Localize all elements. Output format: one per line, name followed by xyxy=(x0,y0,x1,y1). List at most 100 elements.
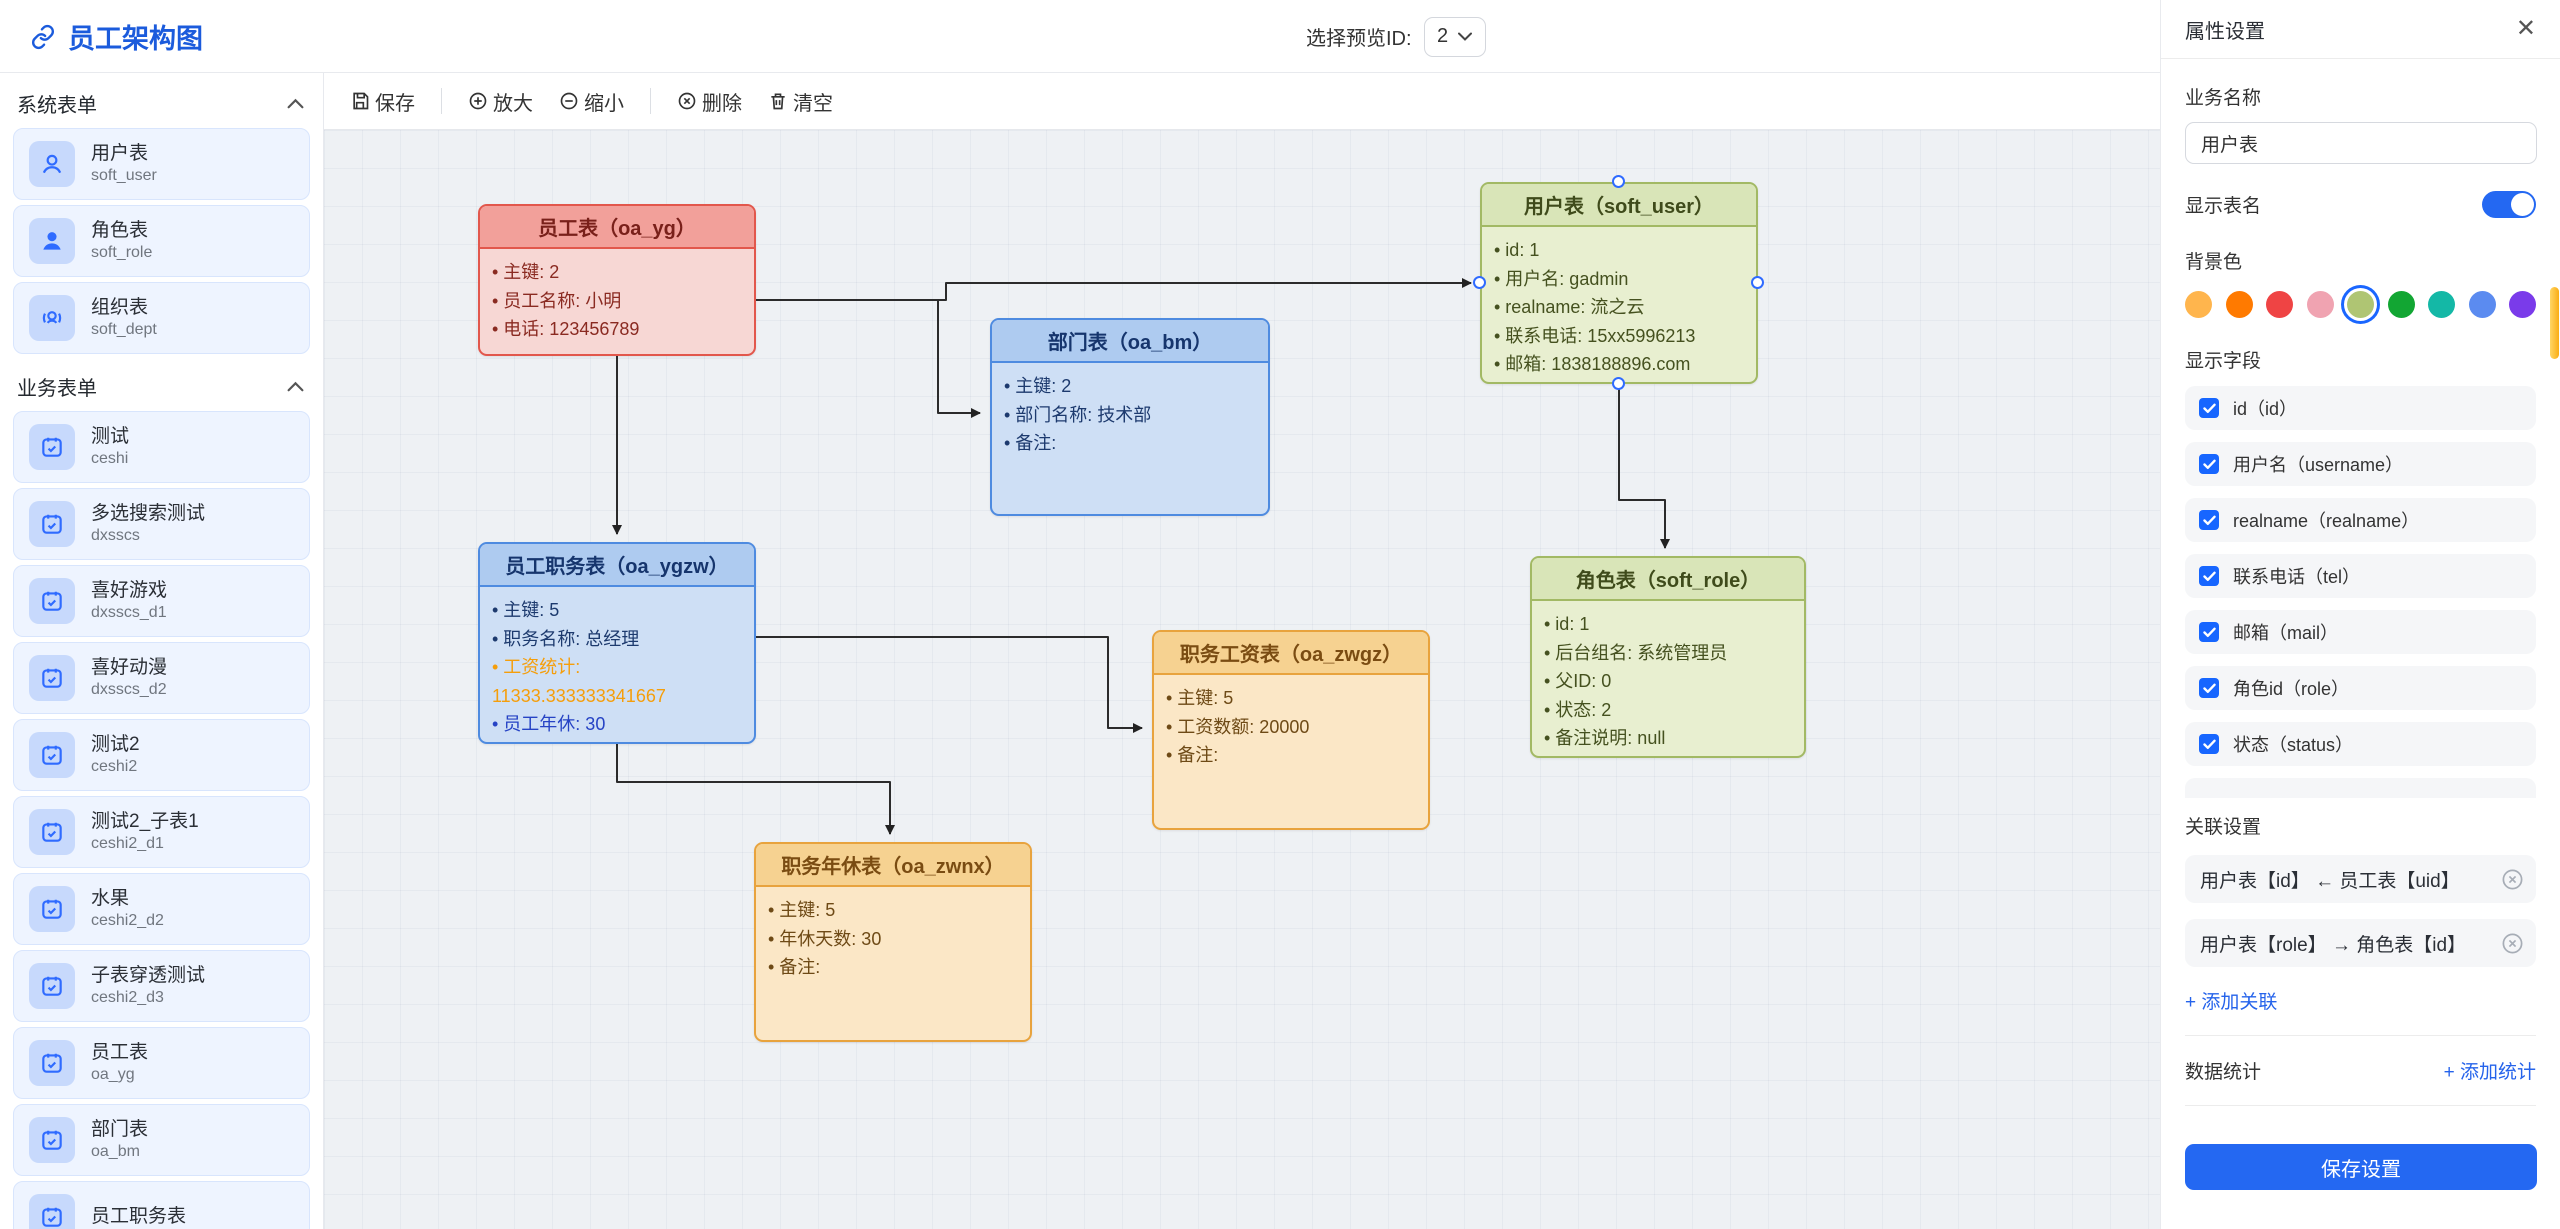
chevron-up-icon[interactable] xyxy=(287,381,304,392)
sidebar-section-header[interactable]: 系统表单 xyxy=(13,83,310,128)
diagram-canvas[interactable]: 员工表（oa_yg）• 主键: 2• 员工名称: 小明• 电话: 1234567… xyxy=(324,130,2160,1229)
sidebar-table-card[interactable]: 测试2ceshi2 xyxy=(13,719,310,791)
bg-color-swatch-2[interactable] xyxy=(2266,291,2293,318)
delete-icon xyxy=(677,91,697,111)
node-fields: • id: 1• 后台组名: 系统管理员• 父ID: 0• 状态: 2• 备注说… xyxy=(1532,601,1804,758)
edge-oa_yg-to-oa_bm[interactable] xyxy=(756,300,980,413)
sidebar-table-card[interactable]: 员工职务表 xyxy=(13,1181,310,1229)
sidebar-section-header[interactable]: 业务表单 xyxy=(13,366,310,411)
sidebar-table-card[interactable]: 组织表soft_dept xyxy=(13,282,310,354)
delete-button[interactable]: 删除 xyxy=(677,87,742,116)
bg-color-swatch-1[interactable] xyxy=(2226,291,2253,318)
zoom-in-button[interactable]: 放大 xyxy=(468,87,533,116)
diagram-node-soft_role[interactable]: 角色表（soft_role）• id: 1• 后台组名: 系统管理员• 父ID:… xyxy=(1530,556,1806,758)
diagram-node-oa_yg[interactable]: 员工表（oa_yg）• 主键: 2• 员工名称: 小明• 电话: 1234567… xyxy=(478,204,756,356)
clear-button[interactable]: 清空 xyxy=(768,87,833,116)
save-button[interactable]: 保存 xyxy=(350,87,415,116)
bg-color-swatch-4[interactable] xyxy=(2347,291,2374,318)
business-name-input[interactable] xyxy=(2185,122,2537,164)
show-table-name-toggle[interactable] xyxy=(2482,191,2536,218)
diagram-node-oa_zwnx[interactable]: 职务年休表（oa_zwnx）• 主键: 5• 年休天数: 30• 备注: xyxy=(754,842,1032,1042)
sidebar-table-card[interactable]: 喜好游戏dxsscs_d1 xyxy=(13,565,310,637)
diagram-node-oa_ygzw[interactable]: 员工职务表（oa_ygzw）• 主键: 5• 职务名称: 总经理• 工资统计:1… xyxy=(478,542,756,744)
table-card-name: 用户表 xyxy=(91,142,157,166)
connection-handle-right[interactable] xyxy=(1751,276,1764,289)
sidebar-table-card[interactable]: 喜好动漫dxsscs_d2 xyxy=(13,642,310,714)
connection-handle-top[interactable] xyxy=(1612,175,1625,188)
sidebar-table-card[interactable]: 角色表soft_role xyxy=(13,205,310,277)
field-checkbox[interactable] xyxy=(2199,622,2219,642)
panel-title: 属性设置 xyxy=(2185,15,2265,44)
node-field: • id: 1 xyxy=(1544,610,1792,639)
table-card-name: 测试2_子表1 xyxy=(91,810,199,834)
save-icon xyxy=(350,91,370,111)
table-card-code: ceshi2_d3 xyxy=(91,988,205,1008)
node-field: • 部门名称: 技术部 xyxy=(1004,401,1256,430)
field-row-clipped[interactable] xyxy=(2185,778,2536,798)
form-icon xyxy=(29,1117,75,1163)
table-card-code: dxsscs xyxy=(91,526,205,546)
node-field: • 主键: 5 xyxy=(492,596,742,625)
bg-color-swatch-8[interactable] xyxy=(2509,291,2536,318)
bg-color-swatch-6[interactable] xyxy=(2428,291,2455,318)
edge-oa_ygzw-to-oa_zwgz[interactable] xyxy=(756,637,1142,728)
field-checkbox[interactable] xyxy=(2199,398,2219,418)
field-label: 用户名（username） xyxy=(2233,451,2403,477)
node-field: • 主键: 5 xyxy=(768,896,1018,925)
add-relation-link[interactable]: + 添加关联 xyxy=(2185,987,2277,1014)
field-checkbox[interactable] xyxy=(2199,454,2219,474)
node-field: • 员工名称: 小明 xyxy=(492,287,742,316)
sidebar-table-card[interactable]: 测试2_子表1ceshi2_d1 xyxy=(13,796,310,868)
field-checkbox[interactable] xyxy=(2199,566,2219,586)
connection-handle-bottom[interactable] xyxy=(1612,377,1625,390)
node-field: • 用户名: gadmin xyxy=(1494,265,1744,294)
close-icon[interactable]: ✕ xyxy=(2516,17,2536,41)
node-field: 11333.333333341667 xyxy=(492,682,742,711)
sidebar-table-card[interactable]: 员工表oa_yg xyxy=(13,1027,310,1099)
bg-color-swatch-5[interactable] xyxy=(2388,291,2415,318)
field-checkbox[interactable] xyxy=(2199,510,2219,530)
edge-soft_user-to-soft_role[interactable] xyxy=(1619,384,1665,548)
sidebar-table-card[interactable]: 测试ceshi xyxy=(13,411,310,483)
field-checkbox[interactable] xyxy=(2199,734,2219,754)
field-row: 角色id（role） xyxy=(2185,666,2536,710)
diagram-node-oa_zwgz[interactable]: 职务工资表（oa_zwgz）• 主键: 5• 工资数额: 20000• 备注: xyxy=(1152,630,1430,830)
table-card-name: 员工表 xyxy=(91,1041,148,1065)
chevron-up-icon[interactable] xyxy=(287,98,304,109)
sidebar-table-card[interactable]: 多选搜索测试dxsscs xyxy=(13,488,310,560)
zoom-out-button[interactable]: 缩小 xyxy=(559,87,624,116)
bg-color-swatch-0[interactable] xyxy=(2185,291,2212,318)
preview-id-label: 选择预览ID: xyxy=(1306,22,1412,51)
edge-oa_ygzw-to-oa_zwnx[interactable] xyxy=(617,744,890,834)
remove-relation-icon[interactable] xyxy=(2501,932,2524,955)
table-card-code: soft_role xyxy=(91,243,152,263)
save-settings-button[interactable]: 保存设置 xyxy=(2185,1144,2537,1190)
bg-color-swatch-7[interactable] xyxy=(2469,291,2496,318)
bg-color-swatch-3[interactable] xyxy=(2307,291,2334,318)
node-field: • realname: 流之云 xyxy=(1494,293,1744,322)
field-checkbox[interactable] xyxy=(2199,678,2219,698)
node-field: • 主键: 2 xyxy=(1004,372,1256,401)
sidebar-table-card[interactable]: 用户表soft_user xyxy=(13,128,310,200)
diagram-node-oa_bm[interactable]: 部门表（oa_bm）• 主键: 2• 部门名称: 技术部• 备注: xyxy=(990,318,1270,516)
field-label: 联系电话（tel） xyxy=(2233,563,2360,589)
show-table-name-label: 显示表名 xyxy=(2185,191,2261,218)
panel-scrollbar-thumb[interactable] xyxy=(2550,287,2559,359)
sidebar-table-card[interactable]: 水果ceshi2_d2 xyxy=(13,873,310,945)
node-field: • 联系电话: 15xx5996213 xyxy=(1494,322,1744,351)
canvas-toolbar: 保存 放大 缩小 删除 清空 xyxy=(324,73,2160,130)
table-sidebar[interactable]: 系统表单用户表soft_user角色表soft_role组织表soft_dept… xyxy=(0,73,324,1229)
form-icon xyxy=(29,1040,75,1086)
table-card-code: ceshi2 xyxy=(91,757,140,777)
add-stats-link[interactable]: + 添加统计 xyxy=(2444,1057,2536,1084)
remove-relation-icon[interactable] xyxy=(2501,868,2524,891)
form-icon xyxy=(29,886,75,932)
sidebar-table-card[interactable]: 部门表oa_bm xyxy=(13,1104,310,1176)
preview-id-select[interactable]: 2 xyxy=(1424,17,1486,57)
connection-handle-left[interactable] xyxy=(1473,276,1486,289)
field-label: 邮箱（mail） xyxy=(2233,619,2338,645)
edge-oa_yg-to-soft_user[interactable] xyxy=(756,283,1471,300)
sidebar-table-card[interactable]: 子表穿透测试ceshi2_d3 xyxy=(13,950,310,1022)
table-card-code: oa_bm xyxy=(91,1142,148,1162)
diagram-node-soft_user[interactable]: 用户表（soft_user）• id: 1• 用户名: gadmin• real… xyxy=(1480,182,1758,384)
